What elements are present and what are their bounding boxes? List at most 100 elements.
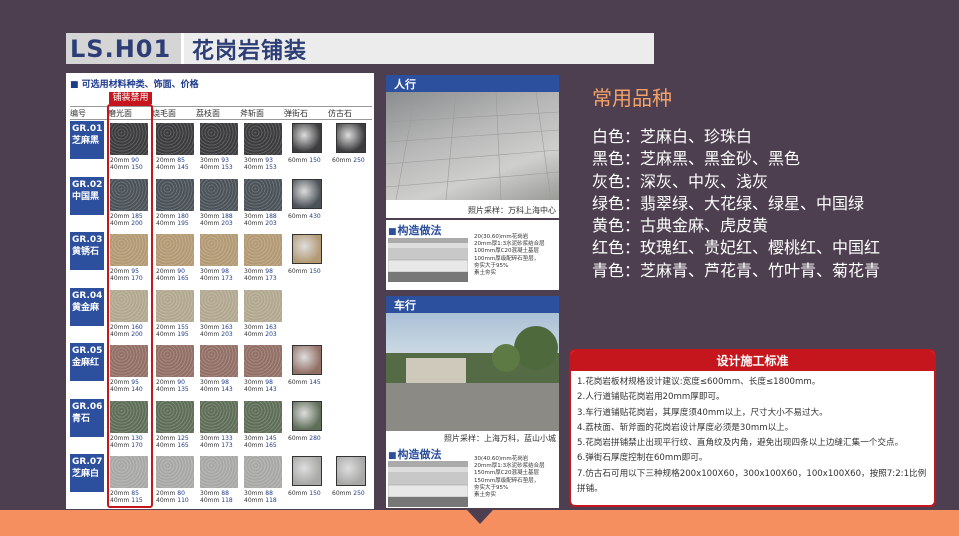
price-line: 40mm 145 xyxy=(156,164,189,171)
price-label: 60mm 250 xyxy=(332,490,365,497)
layer-label: 100mm厚级配碎石垫层， xyxy=(474,255,540,262)
price-label: 30mm 98 40mm 173 xyxy=(200,268,233,282)
layer-label: 素土夯实 xyxy=(474,270,497,277)
pedestrian-construction: 构造做法 20(30.60)mm花岗岩 20mm厚1:3水泥砂浆结合层 100m… xyxy=(386,220,559,290)
stone-code: GR.02 xyxy=(72,179,103,190)
price-line: 40mm 203 xyxy=(200,331,233,338)
price-label: 20mm 90 40mm 135 xyxy=(156,379,189,393)
thickness: 40mm xyxy=(200,219,220,227)
stone-swatch xyxy=(200,345,238,377)
thickness: 20mm xyxy=(156,434,176,442)
price: 195 xyxy=(177,330,189,338)
thickness: 30mm xyxy=(244,434,264,442)
title-name: 花岗岩铺装 xyxy=(192,38,308,64)
layer-label: 150mm厚级配碎石垫层， xyxy=(474,477,540,484)
price: 93 xyxy=(265,157,273,164)
price-label: 60mm 430 xyxy=(288,213,321,220)
price-label: 30mm 98 40mm 143 xyxy=(244,379,277,393)
vehicle-label: 车行 xyxy=(386,296,559,313)
price: 165 xyxy=(177,275,189,282)
layer-section-graphic xyxy=(388,238,468,282)
price: 165 xyxy=(177,441,189,449)
stone-swatch xyxy=(244,178,282,211)
thickness: 40mm xyxy=(244,219,264,227)
price-line: 40mm 135 xyxy=(156,386,189,393)
price-label: 20mm 80 40mm 110 xyxy=(156,490,189,504)
thickness: 30mm xyxy=(244,157,264,164)
price-line: 40mm 153 xyxy=(244,164,277,171)
price: 98 xyxy=(221,379,229,386)
price: 153 xyxy=(221,164,233,171)
col-header: 弹街石 xyxy=(284,108,308,118)
thickness: 30mm xyxy=(244,268,264,275)
price: 203 xyxy=(221,219,233,227)
price-line: 40mm 165 xyxy=(156,275,189,282)
thickness: 60mm xyxy=(288,434,308,442)
thickness: 30mm xyxy=(244,212,264,220)
pedestrian-caption: 照片采样：万科上海中心 xyxy=(468,206,556,215)
stone-swatch xyxy=(156,456,194,488)
stone-swatch xyxy=(292,400,322,431)
price-line: 40mm 165 xyxy=(244,442,277,449)
price-line: 40mm 153 xyxy=(200,164,233,171)
price-line: 60mm 250 xyxy=(332,157,365,164)
thickness: 40mm xyxy=(156,219,176,227)
price: 80 xyxy=(177,490,185,497)
price: 93 xyxy=(221,157,229,164)
construction-title: 构造做法 xyxy=(388,446,442,462)
price-line: 40mm 195 xyxy=(156,331,189,338)
price-label: 30mm 98 40mm 143 xyxy=(200,379,233,393)
price-line: 60mm 150 xyxy=(288,157,321,164)
stone-code-box: GR.01 芝麻黑 xyxy=(70,121,104,159)
thickness: 40mm xyxy=(156,275,176,282)
stone-code: GR.04 xyxy=(72,290,103,301)
stone-code-box: GR.02 中国黑 xyxy=(70,176,104,215)
vehicle-caption: 照片采样：上海万科，蓝山小城 xyxy=(444,434,556,443)
stone-code-box: GR.07 芝麻白 xyxy=(70,454,104,492)
price-label: 60mm 145 xyxy=(288,379,321,386)
col-header: 烧毛面 xyxy=(152,108,176,118)
stone-name: 金麻红 xyxy=(72,358,100,368)
price-line: 30mm 98 xyxy=(244,379,277,386)
standard-item: 3.车行道铺贴花岗岩，其厚度须40mm以上，尺寸大小不易过大。 xyxy=(577,407,828,418)
price: 173 xyxy=(221,275,233,282)
thickness: 40mm xyxy=(244,441,264,449)
price-label: 30mm 133 40mm 173 xyxy=(200,435,233,449)
thickness: 40mm xyxy=(200,330,220,338)
stone-swatch xyxy=(156,289,194,322)
materials-table-panel: 可选用材料种类、饰面、价格 铺装禁用 编号 磨光面 烧毛面 荔枝面 斧斩面 弹街… xyxy=(66,73,374,509)
variety-item: 黑色：芝麻黑、黑金砂、黑色 xyxy=(592,149,801,169)
standard-item: 2.人行道铺贴花岗岩用20mm厚即可。 xyxy=(577,392,725,403)
col-header: 荔枝面 xyxy=(196,108,220,118)
price-line: 30mm 163 xyxy=(244,324,277,331)
stone-swatch xyxy=(292,456,322,486)
banned-column-frame xyxy=(107,104,153,508)
price-line: 40mm 173 xyxy=(200,442,233,449)
price-label: 30mm 188 40mm 203 xyxy=(244,213,277,227)
price-line: 20mm 90 xyxy=(156,379,189,386)
thickness: 30mm xyxy=(200,490,220,497)
thickness: 40mm xyxy=(200,275,220,282)
thickness: 20mm xyxy=(156,379,176,386)
price: 133 xyxy=(221,434,233,442)
variety-item: 红色：玫瑰红、贵妃红、樱桃红、中国红 xyxy=(592,238,881,258)
thickness: 20mm xyxy=(156,212,176,220)
stone-swatch xyxy=(292,234,322,264)
variety-item: 黄色：古典金麻、虎皮黄 xyxy=(592,216,769,236)
thickness: 20mm xyxy=(156,157,176,164)
price: 88 xyxy=(221,490,229,497)
thickness: 20mm xyxy=(156,268,176,275)
thickness: 60mm xyxy=(288,268,308,275)
thickness: 60mm xyxy=(288,212,308,220)
price-line: 40mm 143 xyxy=(200,386,233,393)
price-line: 60mm 250 xyxy=(332,490,365,497)
paving-grid-graphic xyxy=(386,91,559,201)
stone-code-box: GR.05 金麻红 xyxy=(70,343,104,381)
col-header: 斧斩面 xyxy=(240,108,264,118)
layer-section-graphic xyxy=(388,461,468,507)
price: 195 xyxy=(177,219,189,227)
title-bar: LS.H01 花岗岩铺装 xyxy=(66,33,654,64)
price: 98 xyxy=(265,379,273,386)
thickness: 30mm xyxy=(200,268,220,275)
thickness: 60mm xyxy=(288,490,308,497)
